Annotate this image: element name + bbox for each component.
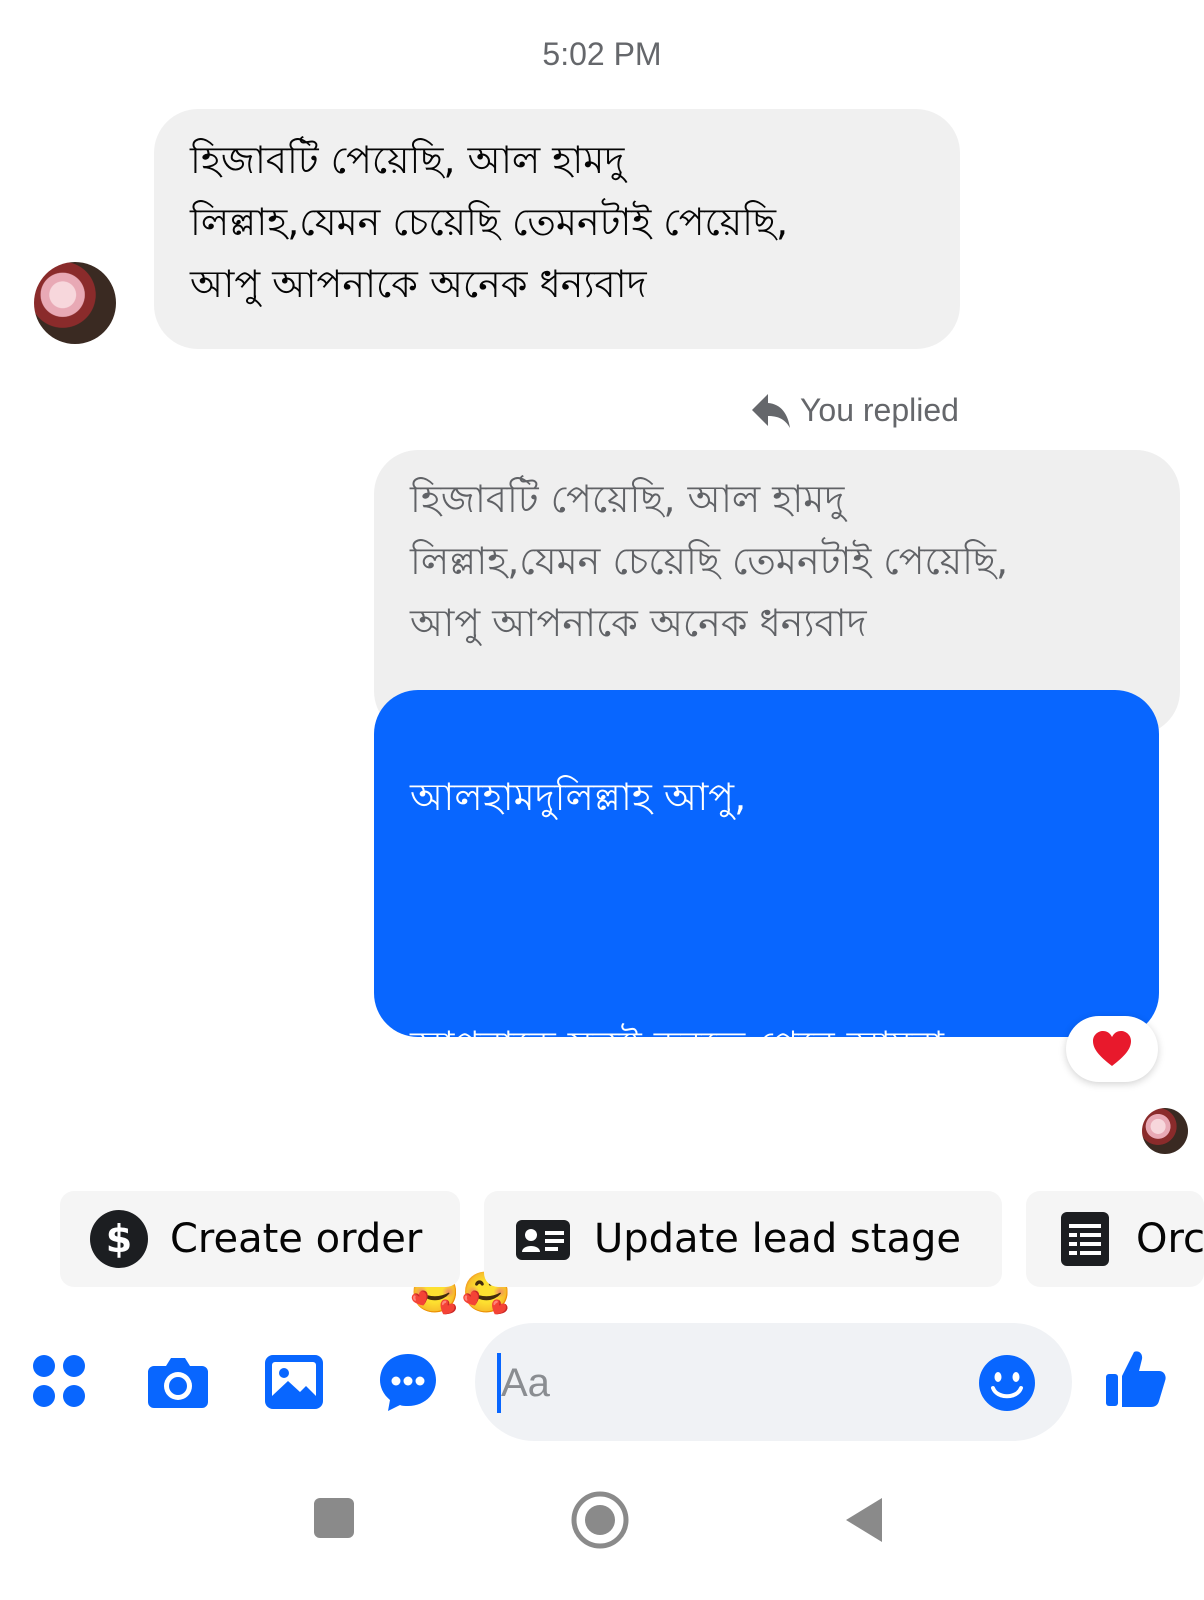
quoted-message-line: আপু আপনাকে অনেক ধন্যবাদ (410, 601, 867, 645)
thumbs-up-icon[interactable] (1104, 1346, 1168, 1410)
update-lead-stage-label: Update lead stage (594, 1216, 961, 1262)
reply-header: You replied (750, 390, 959, 430)
orders-button[interactable]: Orc (1026, 1191, 1204, 1287)
heart-icon (1093, 1031, 1131, 1066)
update-lead-stage-button[interactable]: Update lead stage (484, 1191, 1002, 1287)
create-order-label: Create order (170, 1216, 423, 1262)
image-icon[interactable] (262, 1350, 326, 1414)
document-list-icon (1061, 1212, 1109, 1266)
orders-label: Orc (1136, 1216, 1204, 1262)
contact-card-icon (516, 1220, 570, 1260)
chat-bubble-icon[interactable] (376, 1350, 440, 1414)
camera-icon[interactable] (146, 1350, 210, 1414)
dollar-icon: $ (90, 1210, 148, 1268)
outgoing-message-bubble[interactable]: আলহামদুলিল্লাহ আপু, আপনাকে সন্তুষ্ট করতে… (374, 690, 1159, 1316)
message-timestamp: 5:02 PM (542, 36, 662, 72)
incoming-message-bubble[interactable]: হিজাবটি পেয়েছি, আল হামদু লিল্লাহ,যেমন চ… (154, 109, 960, 349)
outgoing-message-line: আলহামদুলিল্লাহ আপু, (410, 775, 747, 819)
incoming-message-line: হিজাবটি পেয়েছি, আল হামদু (190, 138, 625, 182)
quoted-message-line: লিল্লাহ,যেমন চেয়েছি তেমনটাই পেয়েছি, (410, 539, 1009, 583)
quoted-message-line: হিজাবটি পেয়েছি, আল হামদু (410, 477, 845, 521)
smiley-icon[interactable] (978, 1354, 1036, 1412)
home-icon[interactable] (570, 1490, 630, 1550)
outgoing-message-line: আপনাকে সন্তুষ্ট করতে পেরে আমরা (410, 1023, 945, 1067)
back-icon[interactable] (842, 1496, 886, 1544)
reply-header-label: You replied (800, 391, 959, 428)
message-composer[interactable] (475, 1323, 1072, 1441)
incoming-message-line: লিল্লাহ,যেমন চেয়েছি তেমনটাই পেয়েছি, (190, 200, 789, 244)
seen-avatar (1142, 1108, 1188, 1154)
incoming-message-line: আপু আপনাকে অনেক ধন্যবাদ (190, 262, 647, 306)
create-order-button[interactable]: $ Create order (60, 1191, 460, 1287)
svg-text:$: $ (106, 1217, 132, 1261)
reply-arrow-icon (752, 394, 790, 428)
message-input[interactable] (497, 1353, 963, 1413)
apps-grid-icon[interactable] (30, 1350, 94, 1414)
heart-reaction[interactable]: ❤️ (1066, 1016, 1158, 1082)
recent-apps-icon[interactable] (312, 1496, 356, 1540)
contact-avatar[interactable] (34, 262, 116, 344)
